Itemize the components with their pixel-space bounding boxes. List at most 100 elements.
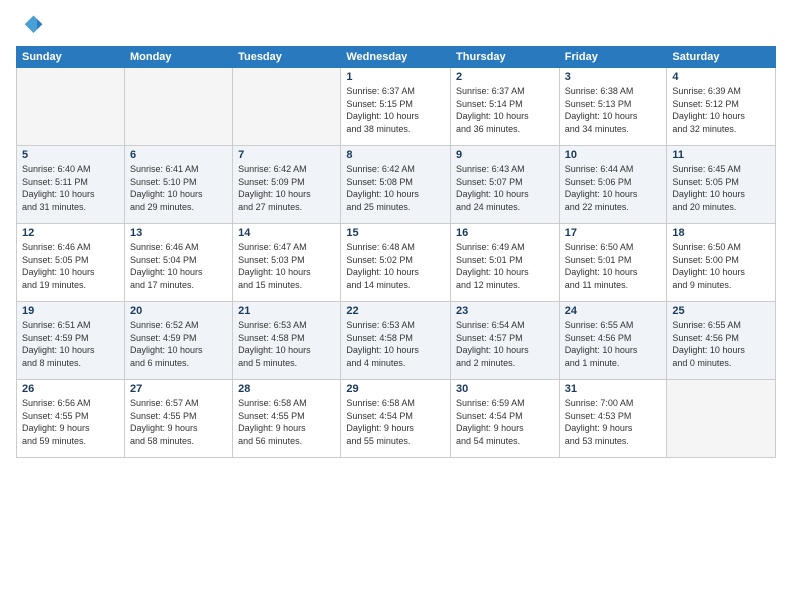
day-info: Sunrise: 6:47 AM Sunset: 5:03 PM Dayligh…: [238, 241, 335, 291]
week-row-4: 19 Sunrise: 6:51 AM Sunset: 4:59 PM Dayli…: [17, 302, 776, 380]
day-number: 30: [456, 383, 554, 395]
day-info: Sunrise: 6:59 AM Sunset: 4:54 PM Dayligh…: [456, 397, 554, 447]
day-info: Sunrise: 6:54 AM Sunset: 4:57 PM Dayligh…: [456, 319, 554, 369]
day-info: Sunrise: 6:44 AM Sunset: 5:06 PM Dayligh…: [565, 163, 662, 213]
calendar-cell: 27 Sunrise: 6:57 AM Sunset: 4:55 PM Dayli…: [124, 380, 232, 458]
calendar-cell: [233, 68, 341, 146]
calendar-cell: 3Sunrise: 6:38 AM Sunset: 5:13 PM Daylig…: [559, 68, 667, 146]
column-header-friday: Friday: [559, 47, 667, 68]
calendar-cell: 9 Sunrise: 6:43 AM Sunset: 5:07 PM Daylig…: [451, 146, 560, 224]
day-number: 14: [238, 227, 335, 239]
calendar-cell: 6 Sunrise: 6:41 AM Sunset: 5:10 PM Daylig…: [124, 146, 232, 224]
day-number: 11: [672, 149, 770, 161]
day-info: Sunrise: 6:58 AM Sunset: 4:55 PM Dayligh…: [238, 397, 335, 447]
day-info: Sunrise: 6:50 AM Sunset: 5:00 PM Dayligh…: [672, 241, 770, 291]
column-header-wednesday: Wednesday: [341, 47, 451, 68]
day-number: 8: [346, 149, 445, 161]
calendar-cell: 13 Sunrise: 6:46 AM Sunset: 5:04 PM Dayli…: [124, 224, 232, 302]
day-info: Sunrise: 6:48 AM Sunset: 5:02 PM Dayligh…: [346, 241, 445, 291]
page: SundayMondayTuesdayWednesdayThursdayFrid…: [0, 0, 792, 612]
day-info: Sunrise: 6:46 AM Sunset: 5:04 PM Dayligh…: [130, 241, 227, 291]
week-row-2: 5 Sunrise: 6:40 AM Sunset: 5:11 PM Daylig…: [17, 146, 776, 224]
day-info: Sunrise: 6:55 AM Sunset: 4:56 PM Dayligh…: [672, 319, 770, 369]
day-number: 5: [22, 149, 119, 161]
day-number: 7: [238, 149, 335, 161]
day-number: 19: [22, 305, 119, 317]
header: [16, 12, 776, 40]
day-info: Sunrise: 6:38 AM Sunset: 5:13 PM Dayligh…: [565, 85, 662, 135]
calendar-cell: 19 Sunrise: 6:51 AM Sunset: 4:59 PM Dayli…: [17, 302, 125, 380]
day-number: 10: [565, 149, 662, 161]
day-info: Sunrise: 6:42 AM Sunset: 5:08 PM Dayligh…: [346, 163, 445, 213]
day-info: Sunrise: 6:39 AM Sunset: 5:12 PM Dayligh…: [672, 85, 770, 135]
day-number: 27: [130, 383, 227, 395]
day-info: Sunrise: 6:57 AM Sunset: 4:55 PM Dayligh…: [130, 397, 227, 447]
calendar-cell: 28 Sunrise: 6:58 AM Sunset: 4:55 PM Dayli…: [233, 380, 341, 458]
day-number: 20: [130, 305, 227, 317]
calendar-cell: 5 Sunrise: 6:40 AM Sunset: 5:11 PM Daylig…: [17, 146, 125, 224]
day-info: Sunrise: 6:53 AM Sunset: 4:58 PM Dayligh…: [346, 319, 445, 369]
day-number: 22: [346, 305, 445, 317]
day-number: 25: [672, 305, 770, 317]
calendar-cell: 23 Sunrise: 6:54 AM Sunset: 4:57 PM Dayli…: [451, 302, 560, 380]
calendar-cell: 10 Sunrise: 6:44 AM Sunset: 5:06 PM Dayli…: [559, 146, 667, 224]
day-number: 13: [130, 227, 227, 239]
day-number: 17: [565, 227, 662, 239]
calendar-cell: 29 Sunrise: 6:58 AM Sunset: 4:54 PM Dayli…: [341, 380, 451, 458]
calendar-cell: 1Sunrise: 6:37 AM Sunset: 5:15 PM Daylig…: [341, 68, 451, 146]
calendar-cell: 24 Sunrise: 6:55 AM Sunset: 4:56 PM Dayli…: [559, 302, 667, 380]
logo: [16, 12, 48, 40]
day-number: 12: [22, 227, 119, 239]
day-info: Sunrise: 6:51 AM Sunset: 4:59 PM Dayligh…: [22, 319, 119, 369]
day-number: 4: [672, 71, 770, 83]
day-info: Sunrise: 6:53 AM Sunset: 4:58 PM Dayligh…: [238, 319, 335, 369]
day-number: 29: [346, 383, 445, 395]
day-info: Sunrise: 7:00 AM Sunset: 4:53 PM Dayligh…: [565, 397, 662, 447]
day-number: 23: [456, 305, 554, 317]
calendar-cell: 25 Sunrise: 6:55 AM Sunset: 4:56 PM Dayli…: [667, 302, 776, 380]
calendar-cell: 11 Sunrise: 6:45 AM Sunset: 5:05 PM Dayli…: [667, 146, 776, 224]
day-number: 28: [238, 383, 335, 395]
day-number: 16: [456, 227, 554, 239]
day-info: Sunrise: 6:37 AM Sunset: 5:14 PM Dayligh…: [456, 85, 554, 135]
day-info: Sunrise: 6:43 AM Sunset: 5:07 PM Dayligh…: [456, 163, 554, 213]
week-row-1: 1Sunrise: 6:37 AM Sunset: 5:15 PM Daylig…: [17, 68, 776, 146]
calendar-cell: 4 Sunrise: 6:39 AM Sunset: 5:12 PM Daylig…: [667, 68, 776, 146]
calendar-cell: [667, 380, 776, 458]
day-info: Sunrise: 6:55 AM Sunset: 4:56 PM Dayligh…: [565, 319, 662, 369]
calendar-cell: 2 Sunrise: 6:37 AM Sunset: 5:14 PM Daylig…: [451, 68, 560, 146]
week-row-3: 12Sunrise: 6:46 AM Sunset: 5:05 PM Dayli…: [17, 224, 776, 302]
column-header-monday: Monday: [124, 47, 232, 68]
day-info: Sunrise: 6:41 AM Sunset: 5:10 PM Dayligh…: [130, 163, 227, 213]
calendar-cell: 16Sunrise: 6:49 AM Sunset: 5:01 PM Dayli…: [451, 224, 560, 302]
day-info: Sunrise: 6:37 AM Sunset: 5:15 PM Dayligh…: [346, 85, 445, 135]
day-info: Sunrise: 6:50 AM Sunset: 5:01 PM Dayligh…: [565, 241, 662, 291]
column-header-thursday: Thursday: [451, 47, 560, 68]
day-number: 6: [130, 149, 227, 161]
day-info: Sunrise: 6:52 AM Sunset: 4:59 PM Dayligh…: [130, 319, 227, 369]
calendar-table: SundayMondayTuesdayWednesdayThursdayFrid…: [16, 46, 776, 458]
calendar-cell: [17, 68, 125, 146]
column-header-sunday: Sunday: [17, 47, 125, 68]
calendar-cell: 7Sunrise: 6:42 AM Sunset: 5:09 PM Daylig…: [233, 146, 341, 224]
day-number: 9: [456, 149, 554, 161]
calendar-cell: 15 Sunrise: 6:48 AM Sunset: 5:02 PM Dayli…: [341, 224, 451, 302]
day-info: Sunrise: 6:45 AM Sunset: 5:05 PM Dayligh…: [672, 163, 770, 213]
day-info: Sunrise: 6:40 AM Sunset: 5:11 PM Dayligh…: [22, 163, 119, 213]
calendar-cell: 30 Sunrise: 6:59 AM Sunset: 4:54 PM Dayli…: [451, 380, 560, 458]
day-info: Sunrise: 6:58 AM Sunset: 4:54 PM Dayligh…: [346, 397, 445, 447]
calendar-cell: 31 Sunrise: 7:00 AM Sunset: 4:53 PM Dayli…: [559, 380, 667, 458]
calendar-cell: 21Sunrise: 6:53 AM Sunset: 4:58 PM Dayli…: [233, 302, 341, 380]
calendar-cell: 17 Sunrise: 6:50 AM Sunset: 5:01 PM Dayli…: [559, 224, 667, 302]
day-number: 15: [346, 227, 445, 239]
day-number: 24: [565, 305, 662, 317]
day-number: 31: [565, 383, 662, 395]
calendar-cell: [124, 68, 232, 146]
day-number: 26: [22, 383, 119, 395]
calendar-cell: 20 Sunrise: 6:52 AM Sunset: 4:59 PM Dayli…: [124, 302, 232, 380]
calendar-cell: 14 Sunrise: 6:47 AM Sunset: 5:03 PM Dayli…: [233, 224, 341, 302]
calendar-cell: 18Sunrise: 6:50 AM Sunset: 5:00 PM Dayli…: [667, 224, 776, 302]
day-number: 2: [456, 71, 554, 83]
column-header-saturday: Saturday: [667, 47, 776, 68]
day-info: Sunrise: 6:56 AM Sunset: 4:55 PM Dayligh…: [22, 397, 119, 447]
